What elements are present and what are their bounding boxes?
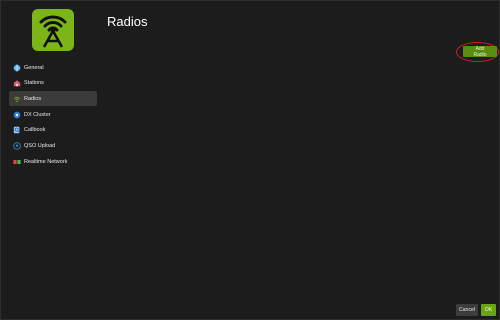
sidebar-item-label: Callbook [24, 127, 46, 134]
sidebar-item-realtime-network[interactable]: Realtime Network [9, 154, 97, 169]
search-book-icon [13, 126, 21, 134]
settings-window: Radios General Stations Radios DX Cluste… [0, 0, 500, 320]
sidebar-item-dx-cluster[interactable]: DX Cluster [9, 107, 97, 122]
app-logo [32, 9, 74, 51]
sidebar-item-label: QSO Upload [24, 142, 56, 149]
sidebar-item-label: Radios [24, 95, 42, 102]
network-icon [13, 111, 21, 119]
sidebar-item-callbook[interactable]: Callbook [9, 123, 97, 138]
sidebar-item-label: DX Cluster [24, 111, 51, 118]
wifi-icon [13, 95, 21, 103]
add-radio-button[interactable]: Add Radio [463, 46, 497, 58]
sidebar: General Stations Radios DX Cluster Callb… [9, 60, 97, 170]
sidebar-item-qso-upload[interactable]: QSO Upload [9, 138, 97, 153]
sidebar-item-label: General [24, 64, 44, 71]
sidebar-item-stations[interactable]: Stations [9, 76, 97, 91]
page-title: Radios [107, 14, 148, 29]
upload-icon [13, 142, 21, 150]
realtime-network-icon [13, 158, 21, 166]
house-icon [13, 79, 21, 87]
radio-tower-icon [39, 15, 67, 48]
cancel-button[interactable]: Cancel [456, 304, 478, 316]
sidebar-item-radios[interactable]: Radios [9, 91, 97, 107]
globe-icon [13, 64, 21, 72]
sidebar-item-label: Stations [24, 80, 44, 87]
sidebar-item-label: Realtime Network [24, 158, 68, 165]
sidebar-item-general[interactable]: General [9, 60, 97, 75]
ok-button[interactable]: OK [481, 304, 496, 316]
